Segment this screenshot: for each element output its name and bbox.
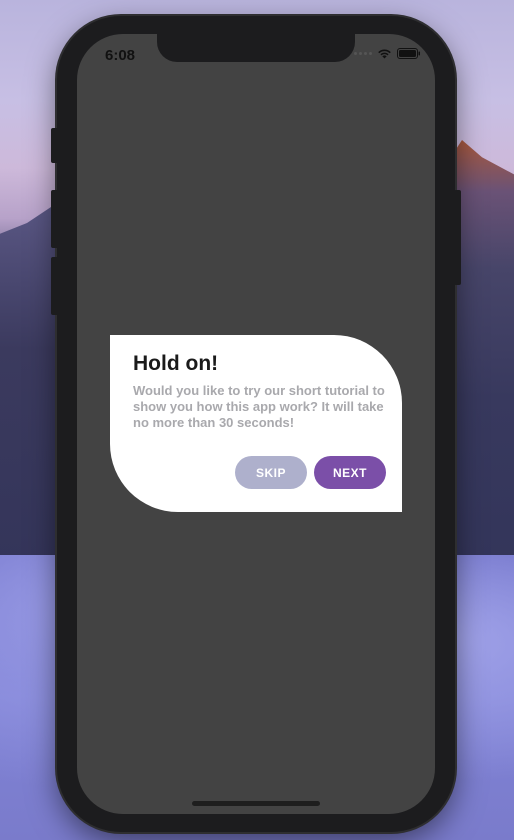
app-screen: 6:08 Hold on! Would you like to try our … (77, 34, 435, 814)
battery-icon (397, 48, 420, 59)
wifi-icon (378, 49, 391, 59)
dialog-title: Hold on! (133, 352, 219, 375)
device-notch (157, 34, 355, 62)
home-indicator[interactable] (192, 801, 320, 806)
next-button[interactable]: NEXT (314, 456, 386, 489)
tutorial-dialog: Hold on! Would you like to try our short… (110, 335, 402, 512)
signal-dots-icon (354, 52, 372, 55)
power-button (454, 190, 461, 285)
volume-down-button (51, 257, 59, 315)
status-icons (354, 48, 421, 59)
volume-up-button (51, 190, 59, 248)
dialog-message: Would you like to try our short tutorial… (133, 383, 385, 430)
status-time: 6:08 (105, 47, 136, 64)
skip-button[interactable]: SKIP (235, 456, 307, 489)
mute-switch (51, 128, 59, 163)
